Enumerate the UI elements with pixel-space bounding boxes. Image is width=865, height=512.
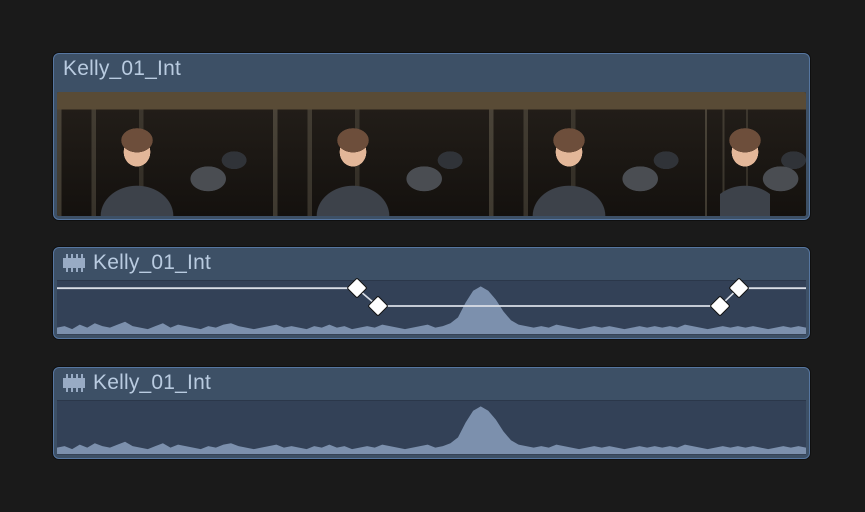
timeline-audio-clip[interactable]: Kelly_01_Int bbox=[53, 247, 810, 339]
clip-title-text: Kelly_01_Int bbox=[63, 57, 181, 81]
clip-title: Kelly_01_Int bbox=[63, 57, 181, 81]
video-thumbnail-strip bbox=[57, 92, 806, 216]
timeline-video-clip[interactable]: Kelly_01_Int bbox=[53, 53, 810, 220]
filmstrip-icon bbox=[63, 254, 85, 272]
timeline-audio-clip[interactable]: Kelly_01_Int bbox=[53, 367, 810, 459]
audio-waveform bbox=[57, 401, 806, 455]
clip-title: Kelly_01_Int bbox=[63, 251, 211, 275]
clip-title: Kelly_01_Int bbox=[63, 371, 211, 395]
video-thumbnail bbox=[489, 92, 705, 216]
clip-title-text: Kelly_01_Int bbox=[93, 371, 211, 395]
video-thumbnail bbox=[57, 92, 273, 216]
video-thumbnail bbox=[705, 92, 806, 216]
audio-body bbox=[57, 400, 806, 455]
clip-title-text: Kelly_01_Int bbox=[93, 251, 211, 275]
filmstrip-icon bbox=[63, 374, 85, 392]
audio-waveform bbox=[57, 281, 806, 335]
audio-body bbox=[57, 280, 806, 335]
video-thumbnail bbox=[273, 92, 489, 216]
